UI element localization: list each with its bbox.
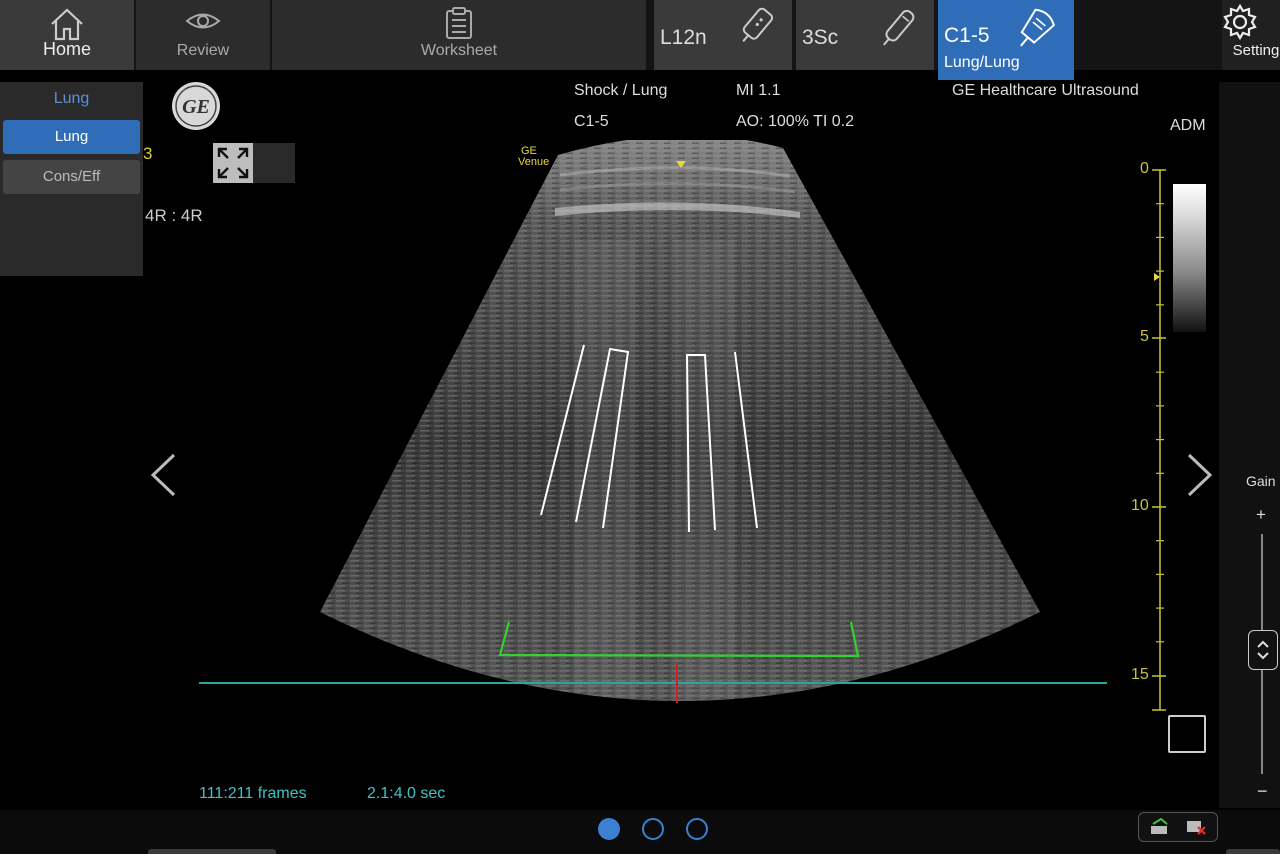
focus-depth-marker[interactable]: [1154, 273, 1160, 281]
gain-panel: [1219, 82, 1280, 808]
worksheet-button[interactable]: Worksheet: [272, 0, 646, 70]
gain-plus-button[interactable]: +: [1256, 505, 1266, 525]
review-label: Review: [176, 42, 230, 59]
home-label: Home: [42, 39, 91, 59]
probe-c15-label: C1-5: [944, 24, 990, 47]
preset-cons-eff-button[interactable]: Cons/Eff: [3, 160, 140, 194]
depth-label-10: 10: [1131, 497, 1149, 514]
left-indicator-number: 3: [143, 144, 153, 163]
venue-name: Venue: [518, 156, 550, 168]
ao-ti-readout: AO: 100% TI 0.2: [736, 113, 854, 130]
preset-category: Lung: [53, 90, 90, 107]
worksheet-label: Worksheet: [420, 42, 498, 59]
page-dot-1[interactable]: [598, 818, 620, 840]
probe-l12n-label: L12n: [660, 26, 707, 49]
home-button[interactable]: Home: [0, 0, 134, 70]
chevron-right-icon[interactable]: [1183, 452, 1217, 498]
freeze-toggle-button[interactable]: [1168, 715, 1206, 753]
grayscale-bar: [1173, 184, 1206, 332]
ge-logo: GE: [172, 82, 220, 130]
eye-icon: [185, 13, 221, 29]
probe-3sc-label: 3Sc: [802, 26, 839, 49]
settings-button[interactable]: Setting: [1222, 0, 1280, 70]
curved-probe-icon: [1020, 8, 1055, 47]
mi-readout: MI 1.1: [736, 82, 781, 99]
bottom-bar: [0, 810, 1280, 854]
clipboard-icon: [446, 7, 472, 39]
brand-text: GE Healthcare Ultrasound: [952, 82, 1139, 99]
depth-label-0: 0: [1140, 160, 1149, 177]
chevron-left-icon[interactable]: [146, 452, 180, 498]
ultrasound-image[interactable]: [190, 140, 1120, 720]
probe-c15-preset: Lung/Lung: [944, 54, 1020, 71]
bottom-tab-handle-right[interactable]: [1226, 849, 1280, 854]
cine-frames: 111:211 frames: [199, 785, 307, 802]
probe-l12n-button[interactable]: L12n: [654, 0, 792, 70]
home-icon: [51, 8, 83, 41]
gain-slider-handle[interactable]: [1248, 630, 1278, 670]
settings-label: Setting: [1232, 42, 1280, 59]
depth-scale: [1152, 169, 1166, 711]
probe-readout: C1-5: [574, 113, 609, 130]
gain-minus-button[interactable]: −: [1257, 781, 1268, 802]
adm-label: ADM: [1170, 117, 1206, 134]
probe-c15-button[interactable]: C1-5 Lung/Lung: [938, 0, 1074, 80]
cine-time: 2.1:4.0 sec: [367, 785, 446, 802]
page-dot-3[interactable]: [686, 818, 708, 840]
review-button[interactable]: Review: [136, 0, 270, 70]
depth-label-15: 15: [1131, 666, 1149, 683]
network-icon[interactable]: [1149, 817, 1171, 837]
probe-3sc-button[interactable]: 3Sc: [796, 0, 934, 70]
linear-probe-icon: [742, 7, 774, 42]
preset-panel: Lung Lung Cons/Eff: [0, 82, 143, 276]
depth-label-5: 5: [1140, 328, 1149, 345]
gear-icon: [1223, 3, 1257, 41]
exam-type: Shock / Lung: [574, 82, 668, 99]
printer-error-icon[interactable]: [1185, 817, 1207, 837]
bottom-tab-handle[interactable]: [148, 849, 276, 854]
status-tray: [1138, 812, 1218, 842]
sector-probe-icon: [883, 9, 915, 46]
chevron-up-down-icon: [1257, 640, 1269, 660]
preset-lung-button[interactable]: Lung: [3, 120, 140, 154]
gain-label: Gain: [1246, 473, 1276, 489]
svg-text:GE: GE: [182, 96, 210, 118]
page-dot-2[interactable]: [642, 818, 664, 840]
